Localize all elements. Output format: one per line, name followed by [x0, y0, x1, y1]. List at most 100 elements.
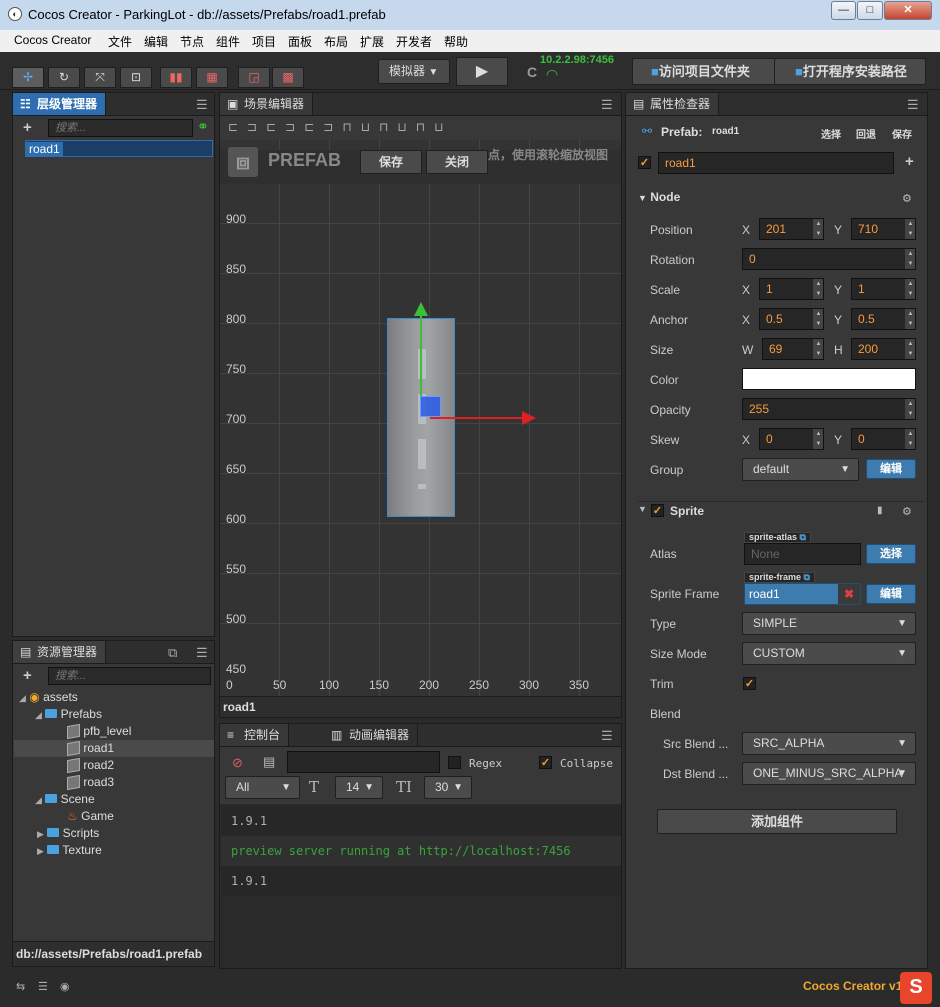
- asset-folder-texture[interactable]: ▶ Texture: [37, 842, 102, 859]
- clear-icon[interactable]: ⊘: [232, 755, 243, 771]
- spinner-icon[interactable]: ▲ ▼: [813, 219, 823, 239]
- menu-developer[interactable]: 开发者: [396, 33, 432, 50]
- global-pivot-icon[interactable]: ▦: [196, 67, 228, 88]
- anchor-mode-icon[interactable]: ◲: [238, 67, 270, 88]
- tab-console[interactable]: ≡ 控制台: [220, 724, 290, 746]
- spinner-icon[interactable]: ▲ ▼: [905, 249, 915, 269]
- group-select[interactable]: default ▼: [742, 458, 859, 481]
- close-window-button[interactable]: ✕: [884, 1, 932, 20]
- snap-icon[interactable]: ▩: [272, 67, 304, 88]
- anchor-x-input[interactable]: 0.5 ▲ ▼: [759, 308, 824, 330]
- menu-extension[interactable]: 扩展: [360, 33, 384, 50]
- anchor-y-input[interactable]: 0.5 ▲ ▼: [851, 308, 916, 330]
- menu-node[interactable]: 节点: [180, 33, 204, 50]
- sprite-frame-edit-button[interactable]: 编辑: [866, 584, 916, 604]
- node-active-checkbox[interactable]: ✓: [638, 156, 651, 169]
- ime-s-icon[interactable]: S: [900, 972, 932, 1004]
- refresh-icon[interactable]: C: [527, 64, 537, 80]
- open-install-folder-button[interactable]: ■打开程序安装路径: [774, 58, 926, 85]
- spinner-icon[interactable]: ▲ ▼: [813, 279, 823, 299]
- log-level-select[interactable]: All ▼: [225, 776, 300, 799]
- prefab-save-button[interactable]: 保存: [360, 150, 422, 174]
- gizmo-y-axis[interactable]: [420, 315, 422, 405]
- menu-icon[interactable]: ☰: [196, 97, 208, 113]
- log-file-icon[interactable]: ▤: [263, 754, 275, 770]
- position-y-input[interactable]: 710 ▲ ▼: [851, 218, 916, 240]
- gear-icon[interactable]: ⚙: [902, 505, 912, 518]
- rect-tool-icon[interactable]: ⊡: [120, 67, 152, 88]
- menu-file[interactable]: 文件: [108, 33, 132, 50]
- collapse-checkbox[interactable]: ✓: [539, 756, 552, 769]
- scale-tool-icon[interactable]: ⤧: [84, 67, 116, 88]
- window-icon[interactable]: ⧉: [168, 645, 177, 661]
- asset-road3[interactable]: road3: [67, 774, 114, 791]
- prefab-select-button[interactable]: 选择: [821, 126, 841, 141]
- scale-x-input[interactable]: 1 ▲ ▼: [759, 278, 824, 300]
- menu-component[interactable]: 组件: [216, 33, 240, 50]
- prefab-close-button[interactable]: 关闭: [426, 150, 488, 174]
- clear-x-icon[interactable]: ✖: [838, 584, 860, 604]
- external-link-icon[interactable]: ⧉: [800, 532, 806, 542]
- color-swatch[interactable]: [742, 368, 916, 390]
- atlas-select-button[interactable]: 选择: [866, 544, 916, 564]
- spinner-icon[interactable]: ▲ ▼: [905, 219, 915, 239]
- asset-folder-assets[interactable]: ◢ ◉ assets: [19, 689, 78, 706]
- spinner-icon[interactable]: ▲ ▼: [813, 339, 823, 359]
- menu-icon[interactable]: ☰: [601, 97, 613, 113]
- maximize-button[interactable]: □: [857, 1, 883, 20]
- link-icon[interactable]: ⚭: [197, 118, 209, 135]
- gear-icon[interactable]: ⚙: [902, 192, 912, 205]
- book-icon[interactable]: ▮: [877, 505, 883, 516]
- play-button[interactable]: ▶: [456, 57, 508, 86]
- add-component-button[interactable]: 添加组件: [657, 809, 897, 834]
- tab-hierarchy[interactable]: ☷ 层级管理器: [13, 93, 107, 115]
- asset-folder-scene[interactable]: ◢ Scene: [35, 791, 95, 808]
- gizmo-x-arrow[interactable]: [522, 411, 536, 425]
- sync-icon[interactable]: ⇆: [16, 980, 25, 993]
- node-section-header[interactable]: ▼ Node: [638, 190, 680, 204]
- spinner-icon[interactable]: ▲ ▼: [905, 279, 915, 299]
- skew-x-input[interactable]: 0 ▲ ▼: [759, 428, 824, 450]
- assets-search-input[interactable]: 搜索...: [48, 667, 211, 685]
- menu-project[interactable]: 项目: [252, 33, 276, 50]
- tab-assets[interactable]: ▤ 资源管理器: [13, 641, 107, 663]
- group-edit-button[interactable]: 编辑: [866, 459, 916, 479]
- asset-game-scene[interactable]: ♨ Game: [67, 808, 114, 825]
- spinner-icon[interactable]: ▲ ▼: [905, 399, 915, 419]
- position-x-input[interactable]: 201 ▲ ▼: [759, 218, 824, 240]
- hierarchy-search-input[interactable]: 搜索...: [48, 119, 193, 137]
- opacity-input[interactable]: 255 ▲ ▼: [742, 398, 916, 420]
- menu-icon[interactable]: ☰: [907, 97, 919, 113]
- tree-node-road1[interactable]: road1: [25, 140, 213, 157]
- scene-viewport[interactable]: ⧈ PREFAB 保存 关闭 点，使用滚轮缩放视图 900 850 800 750 70…: [220, 140, 621, 702]
- asset-road2[interactable]: road2: [67, 757, 114, 774]
- tab-animation[interactable]: ▥ 动画编辑器: [319, 724, 419, 746]
- regex-checkbox[interactable]: [448, 756, 461, 769]
- dst-blend-select[interactable]: ONE_MINUS_SRC_ALPHA ▼: [742, 762, 916, 785]
- align-toolbar[interactable]: ⊏⊐⊏⊐⊏⊐⊓⊔⊓⊔⊓⊔: [220, 116, 621, 140]
- menu-icon[interactable]: ☰: [601, 728, 613, 744]
- prefab-save-button[interactable]: 保存: [892, 126, 912, 141]
- local-pivot-icon[interactable]: ▮▮: [160, 67, 192, 88]
- scale-y-input[interactable]: 1 ▲ ▼: [851, 278, 916, 300]
- menu-icon[interactable]: ☰: [196, 645, 208, 661]
- menu-cocos[interactable]: Cocos Creator: [14, 33, 91, 47]
- eye-icon[interactable]: ◉: [60, 980, 70, 993]
- src-blend-select[interactable]: SRC_ALPHA ▼: [742, 732, 916, 755]
- gizmo-center[interactable]: [420, 396, 441, 417]
- gizmo-x-axis[interactable]: [430, 417, 530, 419]
- add-icon[interactable]: +: [905, 153, 914, 170]
- spinner-icon[interactable]: ▲ ▼: [813, 429, 823, 449]
- size-mode-select[interactable]: CUSTOM ▼: [742, 642, 916, 665]
- tab-inspector[interactable]: ▤ 属性检查器: [626, 93, 720, 115]
- database-icon[interactable]: ☰: [38, 980, 48, 993]
- asset-road1[interactable]: road1: [14, 740, 214, 757]
- font-size-select[interactable]: 14 ▼: [335, 776, 383, 799]
- spinner-icon[interactable]: ▲ ▼: [813, 309, 823, 329]
- tab-scene[interactable]: ▣ 场景编辑器: [220, 93, 314, 115]
- move-tool-icon[interactable]: ✢: [12, 67, 44, 88]
- atlas-field[interactable]: None: [744, 543, 861, 565]
- rotate-tool-icon[interactable]: ↻: [48, 67, 80, 88]
- type-select[interactable]: SIMPLE ▼: [742, 612, 916, 635]
- spinner-icon[interactable]: ▲ ▼: [905, 339, 915, 359]
